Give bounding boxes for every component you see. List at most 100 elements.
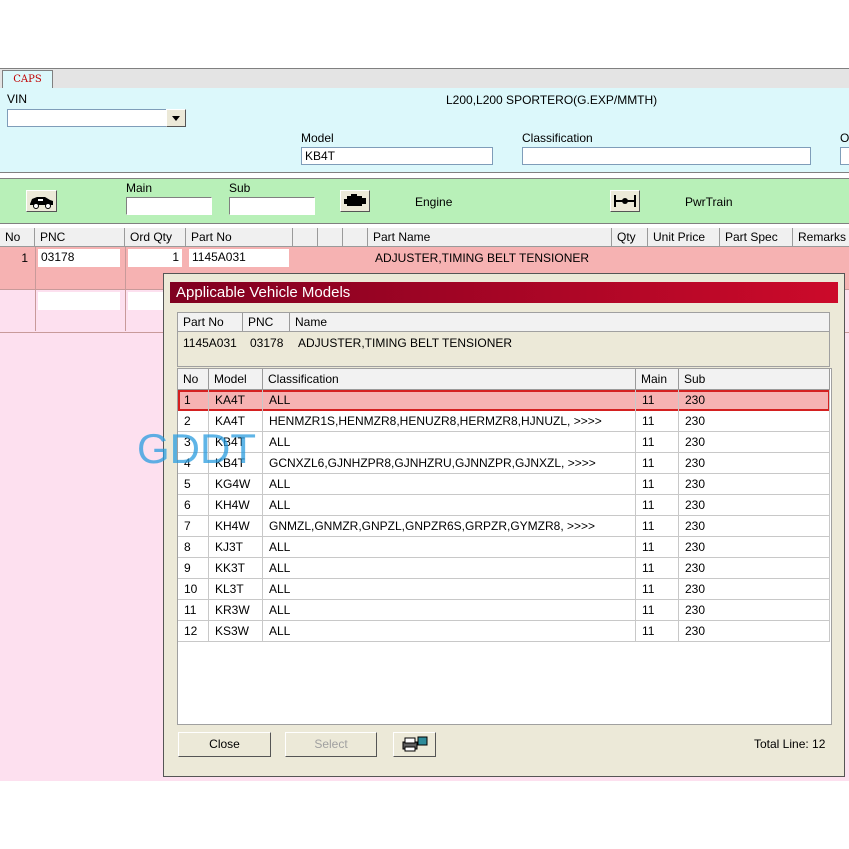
vin-label: VIN <box>7 92 28 106</box>
model-row-main: 11 <box>636 390 679 411</box>
sub-field[interactable] <box>229 197 315 215</box>
col-header-no[interactable]: No <box>0 228 35 246</box>
models-list-header: No Model Classification Main Sub <box>178 369 830 390</box>
col-header-remarks[interactable]: Remarks <box>793 228 849 246</box>
col-header-blank-3[interactable] <box>343 228 368 246</box>
model-row[interactable]: 1 KA4T ALL 11 230 <box>178 390 830 411</box>
col-header-sub[interactable]: Sub <box>679 369 830 389</box>
dialog-title: Applicable Vehicle Models <box>170 282 838 303</box>
model-row[interactable]: 7 KH4W GNMZL,GNMZR,GNPZL,GNPZR6S,GRPZR,GYM… <box>178 516 830 537</box>
classification-field[interactable] <box>522 147 811 165</box>
model-row-no: 9 <box>178 558 209 579</box>
col-header-main[interactable]: Main <box>636 369 679 389</box>
ord-qty-field[interactable]: 1 <box>128 249 182 267</box>
part-no-field[interactable]: 1145A031 <box>189 249 289 267</box>
model-row-classification: GNMZL,GNMZR,GNPZL,GNPZR6S,GRPZR,GYMZR8, … <box>263 516 636 537</box>
col-header-part-spec[interactable]: Part Spec <box>720 228 793 246</box>
model-row-no: 3 <box>178 432 209 453</box>
model-row[interactable]: 6 KH4W ALL 11 230 <box>178 495 830 516</box>
col-header-blank-2[interactable] <box>318 228 343 246</box>
info-header-pnc: PNC <box>243 313 290 331</box>
grid-divider-1 <box>35 247 36 331</box>
vin-dropdown-button[interactable] <box>166 109 186 127</box>
col-header-part-name[interactable]: Part Name <box>368 228 612 246</box>
pnc-field[interactable]: 03178 <box>38 249 120 267</box>
sub-label: Sub <box>229 181 251 195</box>
model-row-main: 11 <box>636 621 679 642</box>
model-row-model: KA4T <box>209 411 263 432</box>
model-row-no: 11 <box>178 600 209 621</box>
nav-bar: Main Sub Engine PwrTrain <box>0 178 849 224</box>
model-row[interactable]: 11 KR3W ALL 11 230 <box>178 600 830 621</box>
model-row-main: 11 <box>636 432 679 453</box>
printer-icon <box>402 736 428 752</box>
model-row-main: 11 <box>636 474 679 495</box>
model-row-classification: ALL <box>263 495 636 516</box>
model-row-sub: 230 <box>679 453 830 474</box>
model-row-sub: 230 <box>679 579 830 600</box>
part-info-box: Part No PNC Name 1145A031 03178 ADJUSTER… <box>177 312 830 367</box>
model-row-classification: GCNXZL6,GJNHZPR8,GJNHZRU,GJNNZPR,GJNXZL,… <box>263 453 636 474</box>
model-row-classification: ALL <box>263 621 636 642</box>
model-row-classification: ALL <box>263 474 636 495</box>
model-row[interactable]: 3 KB4T ALL 11 230 <box>178 432 830 453</box>
model-row-model: KR3W <box>209 600 263 621</box>
models-list: No Model Classification Main Sub 1 KA4T AL… <box>177 368 832 725</box>
print-button[interactable] <box>393 732 436 757</box>
col-header-blank-1[interactable] <box>293 228 318 246</box>
col-header-classification[interactable]: Classification <box>263 369 636 389</box>
ord-qty-field-empty[interactable] <box>128 292 164 310</box>
model-row[interactable]: 2 KA4T HENMZR1S,HENMZR8,HENUZR8,HERMZR8,HJ… <box>178 411 830 432</box>
model-row-main: 11 <box>636 453 679 474</box>
model-row-main: 11 <box>636 495 679 516</box>
model-row[interactable]: 9 KK3T ALL 11 230 <box>178 558 830 579</box>
model-row-model: KJ3T <box>209 537 263 558</box>
model-row-main: 11 <box>636 411 679 432</box>
vehicle-title: L200,L200 SPORTERO(G.EXP/MMTH) <box>446 93 658 107</box>
model-row-no: 7 <box>178 516 209 537</box>
cut-field[interactable] <box>840 147 849 165</box>
close-button[interactable]: Close <box>178 732 271 757</box>
model-row-main: 11 <box>636 537 679 558</box>
model-row-sub: 230 <box>679 390 830 411</box>
col-header-model[interactable]: Model <box>209 369 263 389</box>
vehicle-button[interactable] <box>26 190 57 212</box>
pwrtrain-button[interactable] <box>610 190 640 212</box>
engine-icon <box>344 194 366 206</box>
model-row-main: 11 <box>636 600 679 621</box>
model-row-sub: 230 <box>679 621 830 642</box>
header-panel: VIN L200,L200 SPORTERO(G.EXP/MMTH) Model… <box>0 88 849 173</box>
model-row[interactable]: 4 KB4T GCNXZL6,GJNHZPR8,GJNHZRU,GJNNZPR,GJ… <box>178 453 830 474</box>
col-header-model-no[interactable]: No <box>178 369 209 389</box>
select-button[interactable]: Select <box>285 732 377 757</box>
model-row-model: KH4W <box>209 495 263 516</box>
model-row-model: KG4W <box>209 474 263 495</box>
model-row[interactable]: 10 KL3T ALL 11 230 <box>178 579 830 600</box>
info-header-part-no: Part No <box>178 313 243 331</box>
model-row-model: KS3W <box>209 621 263 642</box>
engine-button[interactable] <box>340 190 370 212</box>
cut-label: O <box>840 131 849 145</box>
pnc-field-empty[interactable] <box>38 292 120 310</box>
col-header-pnc[interactable]: PNC <box>35 228 125 246</box>
col-header-qty[interactable]: Qty <box>612 228 648 246</box>
info-pnc: 03178 <box>250 336 284 350</box>
col-header-ord-qty[interactable]: Ord Qty <box>125 228 186 246</box>
col-header-part-no[interactable]: Part No <box>186 228 293 246</box>
model-row-model: KB4T <box>209 432 263 453</box>
model-row[interactable]: 8 KJ3T ALL 11 230 <box>178 537 830 558</box>
info-header-name: Name <box>295 315 328 329</box>
parts-grid-header: No PNC Ord Qty Part No Part Name Qty Uni… <box>0 228 849 247</box>
chevron-down-icon <box>172 116 180 121</box>
model-row-classification: ALL <box>263 558 636 579</box>
model-row[interactable]: 5 KG4W ALL 11 230 <box>178 474 830 495</box>
model-row-main: 11 <box>636 516 679 537</box>
tab-caps[interactable]: CAPS <box>2 70 53 89</box>
main-field[interactable] <box>126 197 212 215</box>
model-row-model: KK3T <box>209 558 263 579</box>
model-field[interactable]: KB4T <box>301 147 493 165</box>
col-header-unit-price[interactable]: Unit Price <box>648 228 720 246</box>
engine-label: Engine <box>415 195 453 209</box>
model-row[interactable]: 12 KS3W ALL 11 230 <box>178 621 830 642</box>
vin-select[interactable] <box>7 109 167 127</box>
